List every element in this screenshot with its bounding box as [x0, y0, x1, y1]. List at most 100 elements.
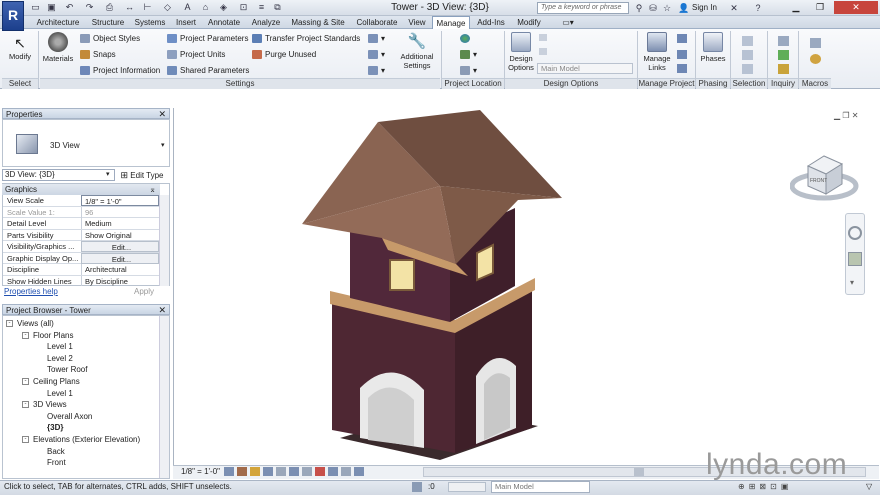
search-input[interactable]: Type a keyword or phrase	[537, 2, 629, 14]
design-option-selector[interactable]: Main Model	[537, 63, 633, 74]
render-icon[interactable]	[276, 467, 286, 476]
measure-icon[interactable]: ↔	[124, 2, 135, 13]
property-value[interactable]: Show Original	[81, 229, 159, 241]
property-value[interactable]: Architectural	[81, 264, 159, 275]
favorites-icon[interactable]: ☆	[661, 2, 673, 14]
close-hidden-icon[interactable]: ⊡	[238, 2, 249, 13]
property-row[interactable]: Parts Visibility Show Original	[3, 229, 161, 241]
structural-settings-button[interactable]: ▾	[368, 33, 385, 44]
exchange-icon[interactable]: ✕	[728, 2, 740, 14]
apply-button[interactable]: Apply	[122, 286, 166, 297]
search-icon[interactable]: ⚲	[633, 2, 645, 14]
view-scale-label[interactable]: 1/8" = 1'-0"	[181, 466, 220, 478]
viewcube[interactable]: FRONT	[790, 150, 862, 210]
browser-item[interactable]: Views (all)	[17, 318, 54, 329]
app-menu-button[interactable]: R	[2, 1, 24, 31]
panel-schedule-button[interactable]: ▾	[368, 65, 385, 76]
analytical-model-icon[interactable]	[354, 467, 364, 476]
tab-add-ins[interactable]: Add-Ins	[474, 16, 508, 29]
tree-collapse-icon[interactable]: -	[22, 436, 29, 443]
properties-palette-header[interactable]: Properties ✕	[2, 108, 170, 119]
filter-icon[interactable]: ▽	[866, 482, 872, 491]
browser-item[interactable]: Floor Plans	[33, 330, 73, 341]
tab-massing-site[interactable]: Massing & Site	[288, 16, 348, 29]
save-icon[interactable]: ▣	[46, 2, 57, 13]
property-value[interactable]: Edit...	[81, 241, 159, 252]
mep-settings-button[interactable]: ▾	[368, 49, 385, 60]
browser-item[interactable]: {3D}	[47, 422, 63, 433]
nav-options-icon[interactable]: ▾	[850, 278, 854, 287]
section-icon[interactable]: ◈	[218, 2, 229, 13]
browser-item[interactable]: Level 1	[47, 388, 73, 399]
project-units-button[interactable]: Project Units	[167, 49, 249, 60]
sign-in-link[interactable]: Sign In	[692, 3, 717, 12]
edit-type-button[interactable]: ⊞ Edit Type	[117, 169, 167, 181]
browser-item[interactable]: Level 2	[47, 353, 73, 364]
close-icon[interactable]: ✕	[158, 305, 166, 315]
decal-types-icon[interactable]	[677, 50, 687, 59]
thin-lines-icon[interactable]: ≡	[256, 2, 267, 13]
instance-filter-dropdown[interactable]: 3D View: {3D}	[2, 169, 115, 181]
property-value[interactable]: Edit...	[81, 252, 159, 264]
close-window-button[interactable]: ✕	[834, 1, 878, 14]
property-row[interactable]: Show Hidden Lines By Discipline	[3, 275, 161, 286]
ids-of-selection-icon[interactable]	[778, 50, 789, 60]
visual-style-icon[interactable]	[237, 467, 247, 476]
crop-view-icon[interactable]	[289, 467, 299, 476]
property-value[interactable]: 96	[81, 206, 159, 218]
tower-model[interactable]	[290, 108, 580, 468]
shared-parameters-button[interactable]: Shared Parameters	[167, 65, 249, 76]
shadows-icon[interactable]	[263, 467, 273, 476]
browser-item[interactable]: Front	[47, 457, 66, 468]
switch-windows-icon[interactable]: ⧉	[272, 2, 283, 13]
ribbon-minimize-icon[interactable]: ▭▾	[558, 16, 578, 29]
panel-label-select[interactable]: Select	[2, 78, 38, 89]
editable-only-toggle[interactable]	[448, 482, 486, 492]
close-icon[interactable]: ✕	[158, 109, 166, 119]
steering-wheel-icon[interactable]	[848, 226, 862, 240]
tab-structure[interactable]: Structure	[88, 16, 128, 29]
load-selection-icon[interactable]	[742, 50, 753, 60]
browser-item[interactable]: 3D Views	[33, 399, 67, 410]
dimension-icon[interactable]: ⊢	[142, 2, 153, 13]
warnings-icon[interactable]	[778, 64, 789, 74]
properties-scrollbar[interactable]	[159, 195, 169, 286]
redo-icon[interactable]: ↷	[84, 2, 95, 13]
zoom-icon[interactable]	[848, 252, 862, 266]
modify-button[interactable]: ↖ Modify	[5, 34, 35, 61]
reveal-hidden-icon[interactable]	[341, 467, 351, 476]
location-button[interactable]	[460, 33, 477, 44]
tab-analyze[interactable]: Analyze	[248, 16, 284, 29]
tree-collapse-icon[interactable]: -	[6, 320, 13, 327]
chevron-down-icon[interactable]: ▾	[161, 141, 165, 149]
phases-button[interactable]: Phases	[698, 32, 728, 63]
text-icon[interactable]: A	[182, 2, 193, 13]
tree-collapse-icon[interactable]: -	[22, 401, 29, 409]
design-options-button[interactable]: Design Options	[506, 32, 536, 72]
minimize-button[interactable]: ▁	[784, 1, 808, 14]
tree-collapse-icon[interactable]: -	[22, 331, 29, 339]
show-crop-icon[interactable]	[302, 467, 312, 476]
tab-modify[interactable]: Modify	[512, 16, 546, 29]
tag-icon[interactable]: ◇	[162, 2, 173, 13]
snaps-button[interactable]: Snaps	[80, 49, 160, 60]
additional-settings-button[interactable]: 🔧 Additional Settings	[396, 32, 438, 70]
project-information-button[interactable]: Project Information	[80, 65, 160, 76]
scrollbar-thumb[interactable]	[634, 468, 644, 476]
project-parameters-button[interactable]: Project Parameters	[167, 33, 249, 44]
macro-security-icon[interactable]	[810, 54, 821, 64]
save-selection-icon[interactable]	[742, 36, 753, 46]
3d-view-icon[interactable]: ⌂	[200, 2, 211, 13]
properties-help-link[interactable]: Properties help	[4, 287, 58, 296]
lock-3d-view-icon[interactable]	[315, 467, 325, 476]
materials-button[interactable]: Materials	[40, 32, 76, 63]
add-to-set-icon[interactable]	[539, 34, 547, 41]
view-window-controls[interactable]: ▁ ❐ ✕	[834, 111, 858, 120]
project-browser-scrollbar[interactable]	[159, 316, 169, 478]
manage-images-icon[interactable]	[677, 64, 687, 73]
temporary-hide-icon[interactable]	[328, 467, 338, 476]
browser-item[interactable]: Ceiling Plans	[33, 376, 80, 387]
property-value[interactable]: By Discipline	[81, 275, 159, 286]
selection-filter-icons[interactable]: ⊕⊞⊠⊡▣	[738, 482, 792, 491]
chevron-down-icon[interactable]: ▾	[106, 170, 110, 178]
